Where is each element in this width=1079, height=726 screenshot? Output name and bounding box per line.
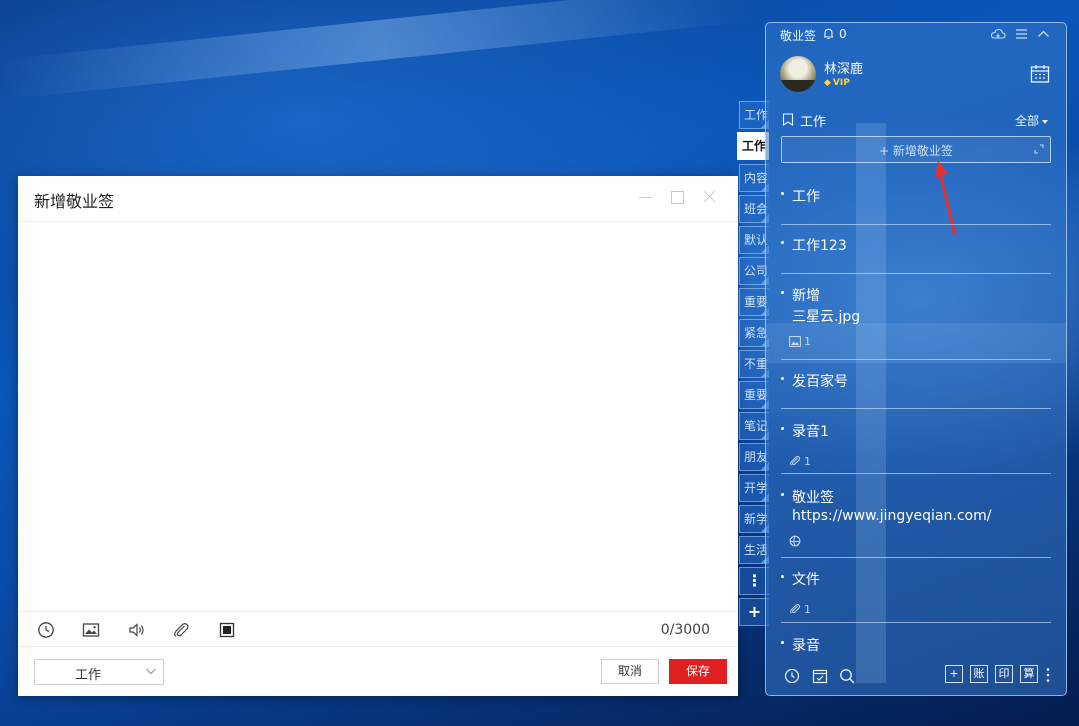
- paperclip-icon: [789, 603, 804, 616]
- maximize-icon[interactable]: [670, 190, 684, 204]
- note-attachment-meta: 1: [789, 603, 811, 616]
- stop-square-icon[interactable]: [218, 621, 236, 639]
- clock-icon[interactable]: [784, 668, 800, 684]
- calendar-icon[interactable]: [1030, 64, 1050, 84]
- note-content-editor[interactable]: [18, 222, 738, 611]
- bell-icon[interactable]: [822, 27, 835, 40]
- note-title: 工作123: [792, 238, 847, 254]
- speaker-icon[interactable]: [128, 621, 146, 639]
- calculator-button[interactable]: 算: [1020, 665, 1038, 683]
- close-icon[interactable]: [702, 190, 716, 204]
- note-title: 发百家号: [792, 374, 848, 390]
- editor-toolbar: 0/3000: [18, 611, 738, 647]
- chevron-down-icon: [146, 668, 156, 675]
- account-button[interactable]: 账: [970, 665, 988, 683]
- avatar[interactable]: [780, 56, 816, 92]
- note-text-line: https://www.jingyeqian.com/: [792, 508, 992, 524]
- username: 林深鹿: [824, 62, 864, 77]
- note-attachment-meta: [789, 535, 804, 548]
- bullet-dot: [781, 493, 784, 496]
- minimize-icon[interactable]: [638, 190, 652, 204]
- paperclip-icon[interactable]: [172, 621, 190, 639]
- clock-icon[interactable]: [37, 621, 55, 639]
- note-item[interactable]: 文件 1: [781, 569, 1051, 623]
- note-item[interactable]: 发百家号: [781, 371, 1051, 409]
- attachment-count: 1: [804, 455, 811, 468]
- bullet-dot: [781, 241, 784, 244]
- note-title: 新增: [792, 288, 820, 304]
- cancel-button[interactable]: 取消: [601, 659, 659, 684]
- more-vertical-icon[interactable]: [1046, 667, 1050, 683]
- menu-icon[interactable]: [1015, 28, 1028, 40]
- search-icon[interactable]: [839, 668, 855, 684]
- note-title: 文件: [792, 572, 820, 588]
- category-dropdown-value: 工作: [74, 668, 101, 683]
- bullet-dot: [781, 291, 784, 294]
- paperclip-icon: [789, 455, 804, 468]
- note-item[interactable]: 工作: [781, 186, 1051, 225]
- category-tab-label: 工作: [742, 139, 767, 153]
- chevron-up-icon[interactable]: [1037, 28, 1050, 40]
- new-note-placeholder: + 新增敬业签: [879, 144, 953, 158]
- note-title: 录音: [792, 638, 820, 654]
- image-icon: [789, 335, 804, 348]
- note-text-line: 三星云.jpg: [792, 309, 861, 325]
- app-name: 敬业签: [780, 29, 817, 43]
- note-attachment-meta: 1: [789, 455, 811, 468]
- note-title: 录音1: [792, 424, 829, 440]
- current-category-title: 工作: [800, 115, 827, 130]
- note-item[interactable]: 敬业签 https://www.jingyeqian.com/: [781, 487, 1051, 558]
- note-item[interactable]: 新增三星云.jpg 1: [781, 285, 1051, 360]
- new-note-input[interactable]: + 新增敬业签: [781, 136, 1051, 163]
- wallpaper-light-streak: [0, 0, 758, 100]
- dialog-title: 新增敬业签: [34, 192, 115, 211]
- filter-dropdown[interactable]: 全部: [1015, 112, 1048, 129]
- category-dropdown[interactable]: 工作: [34, 659, 164, 685]
- note-title: 工作: [792, 189, 820, 205]
- bookmark-icon: [782, 113, 794, 126]
- note-title: 敬业签: [792, 490, 834, 506]
- note-item[interactable]: 录音: [781, 635, 1051, 665]
- note-item[interactable]: 工作123: [781, 235, 1051, 274]
- note-item[interactable]: 录音1 1: [781, 421, 1051, 474]
- bullet-dot: [781, 377, 784, 380]
- cloud-sync-icon[interactable]: [990, 27, 1006, 41]
- expand-icon[interactable]: [1034, 144, 1044, 154]
- calendar-check-icon[interactable]: [812, 668, 828, 684]
- save-button[interactable]: 保存: [669, 659, 727, 684]
- add-note-button[interactable]: +: [945, 665, 963, 683]
- character-counter: 0/3000: [660, 622, 710, 638]
- attachment-count: 1: [804, 603, 811, 616]
- attachment-count: 1: [804, 335, 811, 348]
- bullet-dot: [781, 427, 784, 430]
- print-button[interactable]: 印: [995, 665, 1013, 683]
- note-attachment-meta: 1: [789, 335, 811, 348]
- bullet-dot: [781, 192, 784, 195]
- new-note-dialog: 新增敬业签 0/3000 工作 取消 保存: [18, 176, 738, 696]
- image-icon[interactable]: [82, 621, 100, 639]
- sticky-notes-panel: 敬业签 0 林深鹿 VIP 工作 全部 + 新增敬业签 工作工作123新增三星云…: [765, 22, 1067, 696]
- bullet-dot: [781, 641, 784, 644]
- bullet-dot: [781, 575, 784, 578]
- notification-count: 0: [839, 27, 847, 41]
- vip-badge: VIP: [824, 78, 850, 88]
- browser-icon: [789, 535, 804, 548]
